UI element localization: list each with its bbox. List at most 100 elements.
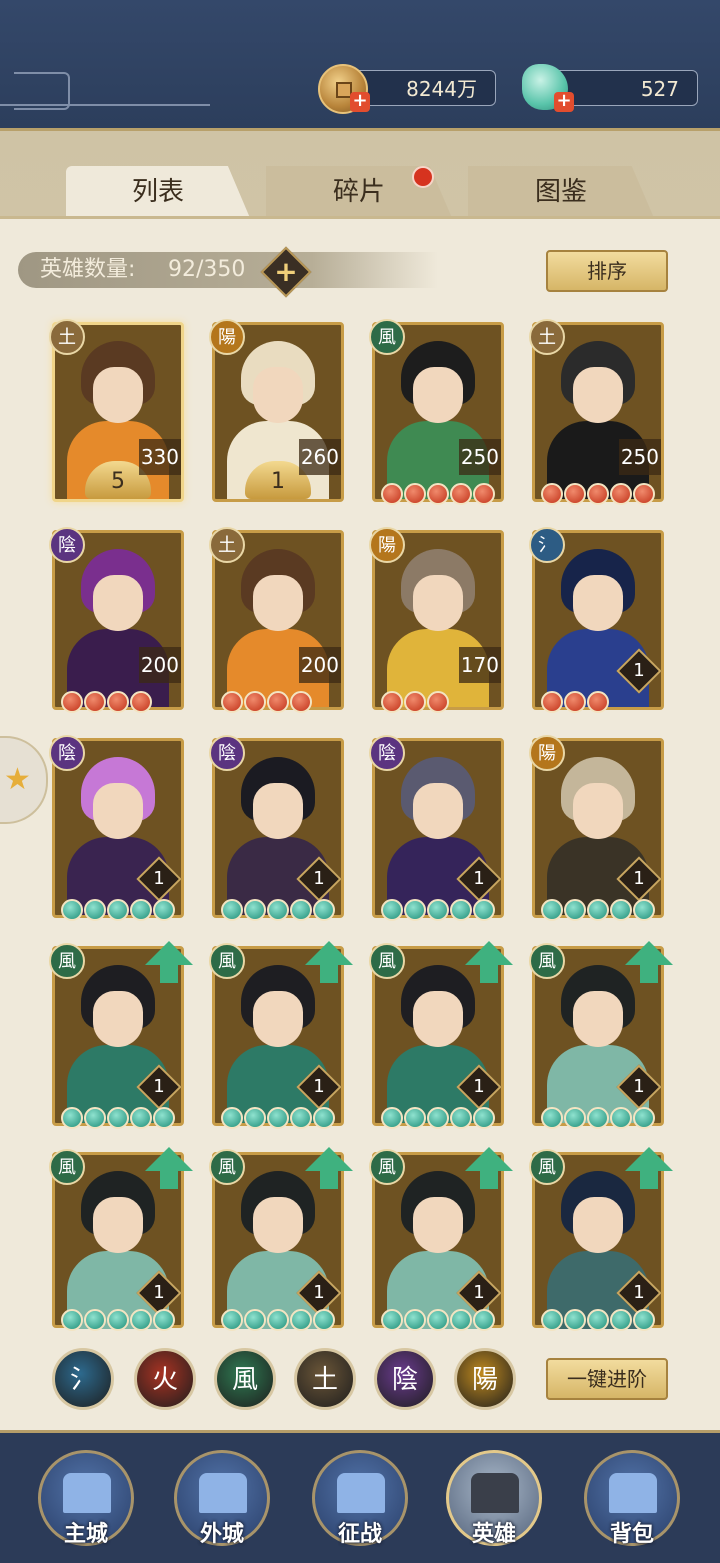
hero-face — [413, 991, 463, 1047]
hero-card[interactable]: 風1 — [209, 941, 353, 1129]
star-bead-icon — [587, 1309, 609, 1331]
star-bead-icon — [244, 1107, 266, 1129]
hero-card[interactable]: 陰1 — [209, 735, 344, 921]
hero-card[interactable]: 陰 200 — [49, 527, 184, 713]
star-bead-icon — [381, 483, 403, 505]
hero-card[interactable]: 風 250 — [369, 319, 504, 505]
star-bead-icon — [587, 1107, 609, 1129]
hero-card[interactable]: 土 250 — [529, 319, 664, 505]
star-bead-icon — [427, 691, 449, 713]
star-bead-icon — [267, 691, 289, 713]
upgrade-arrow-icon — [145, 941, 193, 983]
star-bead-icon — [313, 899, 335, 921]
star-bead-icon — [381, 899, 403, 921]
star-bead-icon — [427, 1107, 449, 1129]
hero-card[interactable]: 土 200 — [209, 527, 344, 713]
star-bead-icon — [61, 1107, 83, 1129]
star-bead-icon — [427, 899, 449, 921]
star-bead-icon — [404, 899, 426, 921]
main-city-icon — [63, 1473, 111, 1513]
gem-amount: 527 — [640, 77, 679, 101]
hero-face — [253, 1197, 303, 1253]
element-badge: 風 — [209, 943, 245, 979]
star-bead-icon — [404, 483, 426, 505]
star-bead-icon — [290, 1107, 312, 1129]
star-bead-icon — [381, 691, 403, 713]
hero-card[interactable]: 陰1 — [369, 735, 504, 921]
add-gem-button[interactable]: + — [554, 92, 574, 112]
star-bead-icon — [541, 899, 563, 921]
star-bead-icon — [381, 1107, 403, 1129]
hero-card[interactable]: 風1 — [49, 1147, 193, 1331]
star-bead-icon — [153, 899, 175, 921]
hero-face — [573, 1197, 623, 1253]
upgrade-arrow-icon — [465, 941, 513, 983]
hero-face — [253, 783, 303, 839]
star-bead-icon — [381, 1309, 403, 1331]
hero-card[interactable]: 風1 — [49, 941, 193, 1129]
star-bead-icon — [404, 1309, 426, 1331]
star-bead-icon — [61, 1309, 83, 1331]
hero-level: 1 — [313, 1076, 325, 1097]
star-bead-icon — [404, 1107, 426, 1129]
hero-card[interactable]: 風1 — [529, 941, 673, 1129]
hero-card[interactable]: 陽 170 — [369, 527, 504, 713]
hero-card[interactable]: 陽 1 260 — [209, 319, 344, 502]
hero-card[interactable]: 氵1 — [529, 527, 664, 713]
element-badge: 陰 — [49, 735, 85, 771]
hero-level: 1 — [153, 1076, 165, 1097]
hero-face — [573, 575, 623, 631]
hero-card[interactable]: 風1 — [369, 1147, 513, 1331]
tab-list[interactable]: 列表 — [66, 166, 250, 218]
hero-card[interactable]: 土 5 330 — [49, 319, 184, 502]
upgrade-arrow-icon — [305, 941, 353, 983]
star-beads — [381, 483, 495, 507]
notification-dot — [412, 166, 434, 188]
hero-card[interactable]: 風1 — [369, 941, 513, 1129]
element-badge: 風 — [49, 1149, 85, 1185]
star-beads — [221, 691, 312, 715]
element-filter-button[interactable]: 風 — [214, 1348, 276, 1410]
element-badge: 風 — [49, 943, 85, 979]
hero-face — [93, 367, 143, 423]
element-filter-button[interactable]: 陰 — [374, 1348, 436, 1410]
header-divider — [0, 104, 210, 106]
star-beads — [541, 483, 655, 507]
star-bead-icon — [107, 899, 129, 921]
hero-level: 1 — [153, 1282, 165, 1303]
element-filter-button[interactable]: 氵 — [52, 1348, 114, 1410]
star-beads — [61, 1107, 175, 1131]
element-filter-button[interactable]: 土 — [294, 1348, 356, 1410]
add-gold-button[interactable]: + — [350, 92, 370, 112]
one-click-advance-button[interactable]: 一键进阶 — [546, 1358, 668, 1400]
element-badge: 土 — [529, 319, 565, 355]
star-bead-icon — [84, 691, 106, 713]
hero-level: 250 — [618, 439, 661, 475]
hero-card[interactable]: 陰1 — [49, 735, 184, 921]
star-beads — [381, 1309, 495, 1333]
star-bead-icon — [313, 1309, 335, 1331]
hero-card[interactable]: 風1 — [529, 1147, 673, 1331]
star-bead-icon — [153, 1107, 175, 1129]
star-bead-icon — [587, 899, 609, 921]
star-beads — [381, 899, 495, 923]
star-bead-icon — [61, 691, 83, 713]
hero-card[interactable]: 風1 — [209, 1147, 353, 1331]
star-bead-icon — [221, 1309, 243, 1331]
star-bead-icon — [427, 1309, 449, 1331]
hero-face — [413, 575, 463, 631]
star-bead-icon — [564, 483, 586, 505]
hero-card[interactable]: 陽1 — [529, 735, 664, 921]
hero-level: 1 — [313, 868, 325, 889]
star-bead-icon — [130, 691, 152, 713]
tab-codex[interactable]: 图鉴 — [468, 166, 654, 218]
hero-face — [93, 575, 143, 631]
star-icon: ★ — [4, 762, 31, 797]
star-bead-icon — [84, 1107, 106, 1129]
element-filter-button[interactable]: 火 — [134, 1348, 196, 1410]
star-bead-icon — [450, 899, 472, 921]
sort-button[interactable]: 排序 — [546, 250, 668, 292]
element-filter-button[interactable]: 陽 — [454, 1348, 516, 1410]
star-bead-icon — [564, 1107, 586, 1129]
hero-face — [413, 367, 463, 423]
